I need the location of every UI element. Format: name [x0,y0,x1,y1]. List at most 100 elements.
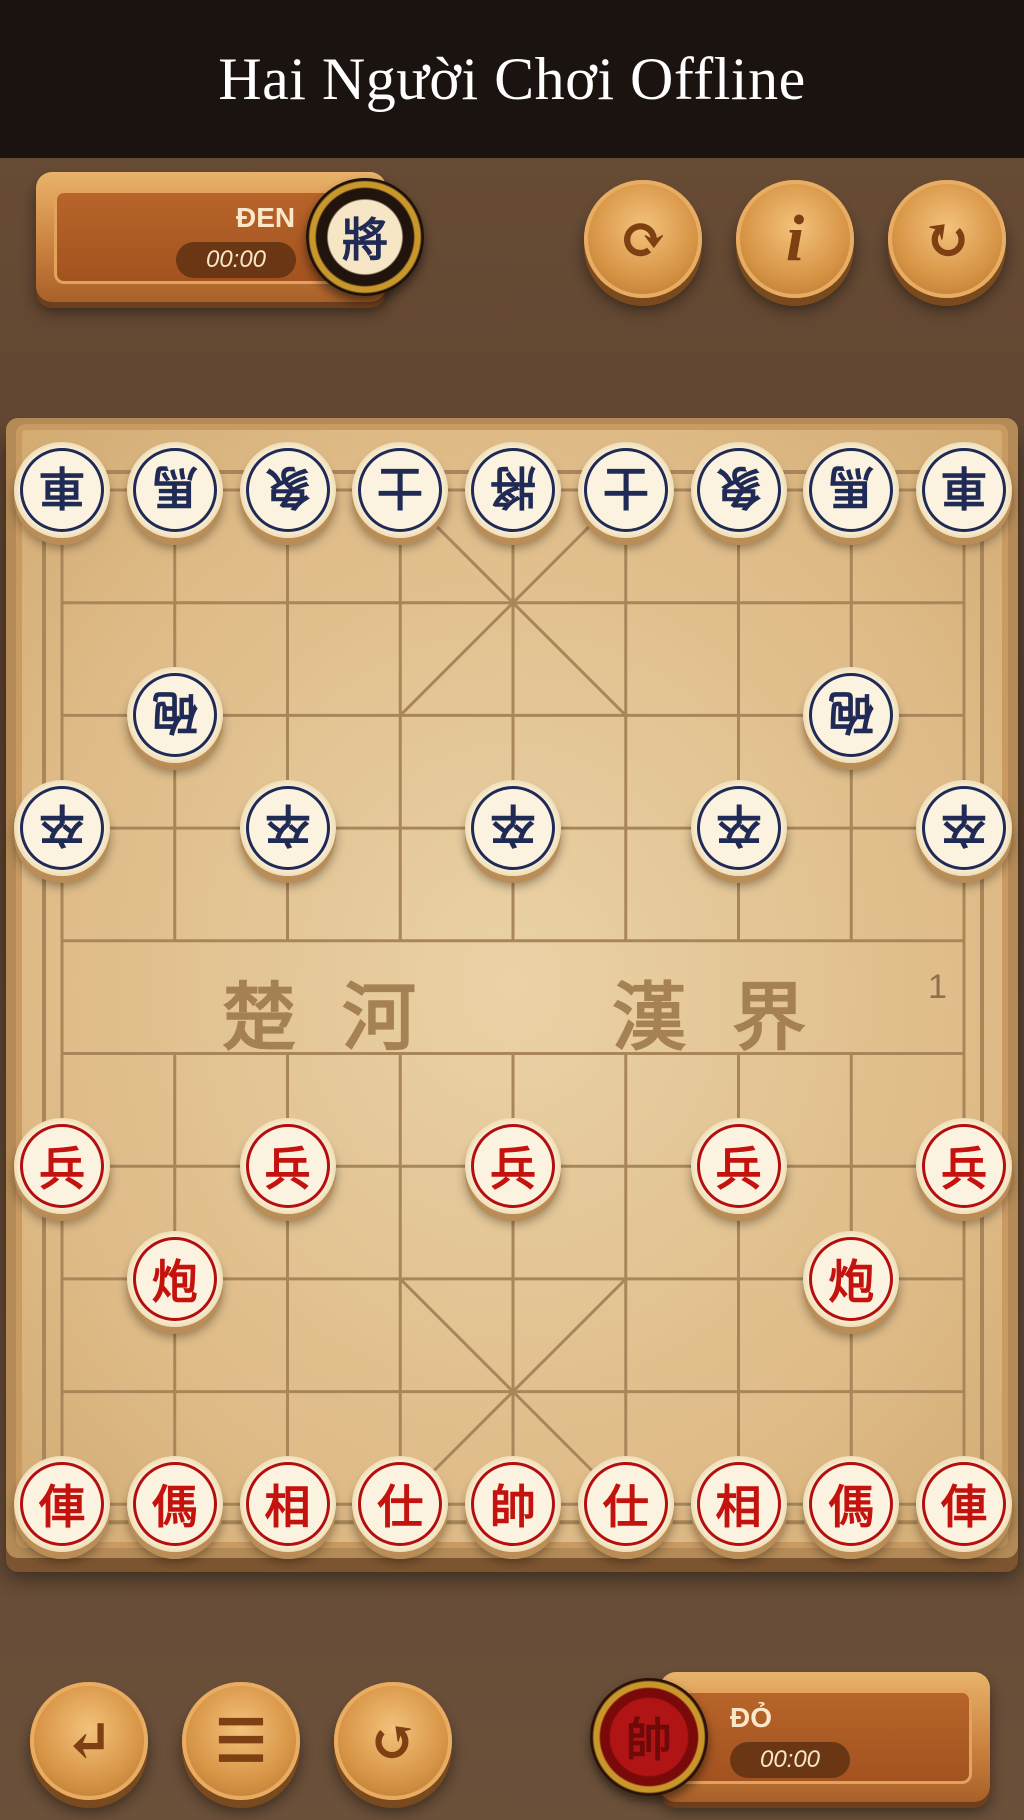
piece-ring: 馬 [809,448,894,532]
piece-char: 卒 [941,798,987,853]
piece-char: 兵 [941,1142,987,1197]
piece-char: 象 [715,460,762,514]
menu-icon: ☰ [215,1707,267,1775]
river: 楚 河 漢 界 [60,958,960,1061]
piece-ring: 象 [245,448,330,532]
piece-char: 帥 [490,1480,536,1535]
piece-char: 卒 [490,798,536,853]
piece-ring: 卒 [696,786,781,871]
piece-ring: 將 [471,448,555,532]
piece-ring: 象 [696,448,781,532]
black-piece[interactable]: 將 [465,442,561,538]
piece-char: 卒 [264,798,311,853]
piece-char: 相 [264,1480,311,1535]
piece-ring: 卒 [245,786,330,871]
piece-ring: 士 [583,448,668,532]
red-piece[interactable]: 仕 [577,1456,674,1553]
red-piece[interactable]: 炮 [803,1230,900,1327]
river-char-jie: 界 [732,975,806,1061]
piece-char: 俥 [941,1480,987,1535]
red-piece[interactable]: 傌 [803,1456,900,1553]
piece-char: 士 [377,460,424,514]
piece-char: 馬 [151,460,198,514]
black-piece[interactable]: 卒 [465,780,561,877]
black-piece[interactable]: 卒 [239,780,336,877]
piece-ring: 兵 [696,1124,781,1209]
red-piece[interactable]: 俥 [14,1456,110,1553]
piece-char: 砲 [828,685,875,740]
piece-char: 將 [490,460,536,514]
black-piece[interactable]: 象 [690,442,787,538]
undo-button[interactable]: ↺ [334,1682,452,1800]
piece-char: 相 [715,1480,762,1535]
red-player-timer: 00:00 [730,1742,850,1778]
black-piece[interactable]: 象 [239,442,336,538]
piece-char: 仕 [602,1480,649,1535]
red-piece[interactable]: 俥 [916,1456,1012,1553]
red-player-name: ĐỎ [730,1702,772,1733]
piece-ring: 俥 [20,1462,104,1547]
black-piece[interactable]: 卒 [690,780,787,877]
piece-char: 兵 [39,1142,85,1197]
return-arrow-icon: ↵ [64,1707,114,1775]
red-piece[interactable]: 相 [690,1456,787,1553]
black-piece[interactable]: 車 [14,442,110,538]
menu-button[interactable]: ☰ [182,1682,300,1800]
piece-ring: 炮 [132,1236,217,1321]
piece-char: 兵 [715,1142,762,1197]
piece-ring: 車 [922,448,1006,532]
piece-char: 炮 [151,1254,198,1309]
piece-ring: 馬 [132,448,217,532]
piece-ring: 兵 [20,1124,104,1209]
piece-ring: 士 [358,448,443,532]
red-piece[interactable]: 傌 [126,1456,223,1553]
piece-ring: 兵 [471,1124,555,1209]
piece-char: 士 [602,460,649,514]
red-piece[interactable]: 仕 [352,1456,449,1553]
piece-char: 仕 [377,1480,424,1535]
black-piece[interactable]: 卒 [916,780,1012,877]
red-player-panel: ĐỎ 00:00 [660,1672,990,1802]
piece-ring: 砲 [132,673,217,758]
red-piece[interactable]: 兵 [916,1118,1012,1215]
back-button[interactable]: ↵ [30,1682,148,1800]
piece-char: 車 [941,460,987,514]
black-piece[interactable]: 砲 [126,667,223,764]
piece-ring: 相 [696,1462,781,1547]
black-piece[interactable]: 砲 [803,667,900,764]
piece-char: 兵 [490,1142,536,1197]
piece-ring: 仕 [583,1462,668,1547]
red-piece[interactable]: 帥 [465,1456,561,1553]
river-char-he: 河 [342,975,416,1061]
red-general-avatar: 帥 [590,1678,708,1796]
piece-char: 炮 [828,1254,875,1309]
piece-char: 車 [39,460,85,514]
river-char-chu: 楚 [222,975,296,1061]
black-piece[interactable]: 馬 [126,442,223,538]
black-piece[interactable]: 卒 [14,780,110,877]
black-piece[interactable]: 車 [916,442,1012,538]
piece-char: 砲 [151,685,198,740]
red-piece[interactable]: 相 [239,1456,336,1553]
piece-ring: 兵 [922,1124,1006,1209]
red-piece[interactable]: 炮 [126,1230,223,1327]
piece-char: 傌 [828,1480,875,1535]
piece-char: 俥 [39,1480,85,1535]
piece-ring: 炮 [809,1236,894,1321]
red-piece[interactable]: 兵 [14,1118,110,1215]
black-piece[interactable]: 馬 [803,442,900,538]
river-char-han: 漢 [612,975,686,1061]
piece-char: 象 [264,460,311,514]
piece-ring: 傌 [132,1462,217,1547]
avatar-char: 帥 [626,1713,672,1767]
piece-ring: 俥 [922,1462,1006,1547]
red-piece[interactable]: 兵 [465,1118,561,1215]
piece-ring: 傌 [809,1462,894,1547]
piece-ring: 仕 [358,1462,443,1547]
black-piece[interactable]: 士 [352,442,449,538]
red-piece[interactable]: 兵 [239,1118,336,1215]
piece-ring: 車 [20,448,104,532]
piece-ring: 卒 [471,786,555,871]
red-piece[interactable]: 兵 [690,1118,787,1215]
black-piece[interactable]: 士 [577,442,674,538]
